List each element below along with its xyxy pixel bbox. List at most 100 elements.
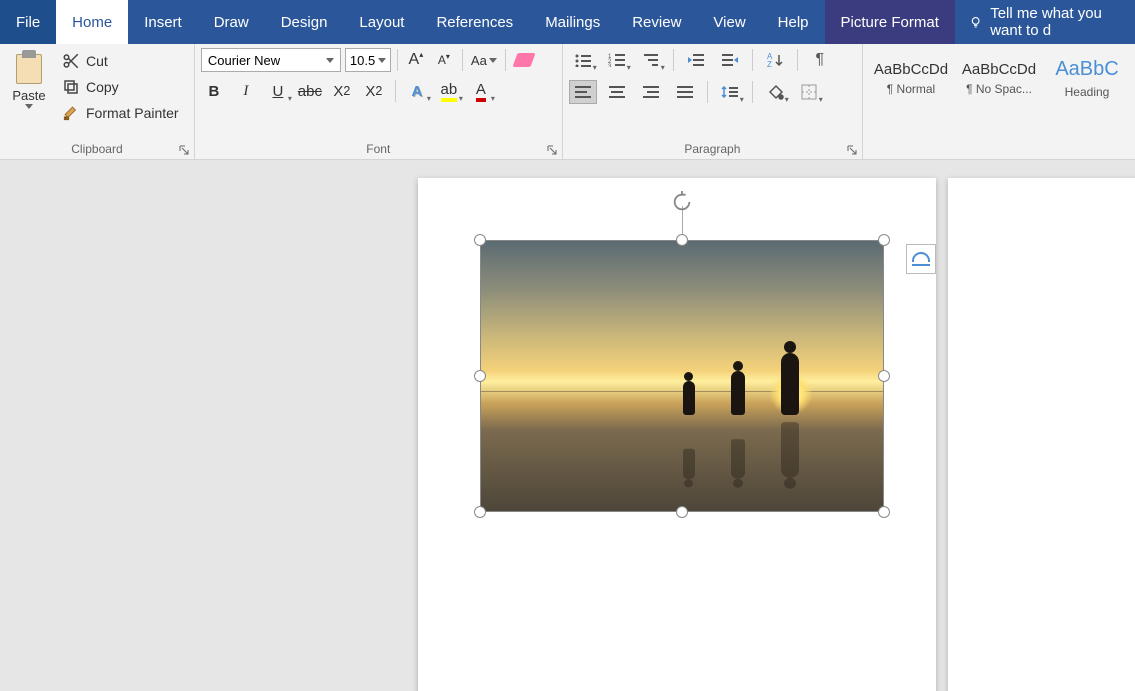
show-hide-button[interactable]: ¶ [806,48,834,72]
tab-view[interactable]: View [697,0,761,44]
rotate-icon [671,191,693,213]
strikethrough-button[interactable]: abc [297,78,323,104]
dialog-launcher-icon[interactable] [846,144,858,156]
style-sample: AaBbCcDd [962,61,1036,78]
borders-button[interactable]: ▾ [795,80,823,104]
group-font: Courier New 10.5 A▴ A▾ Aa B I U▾ ab [195,44,563,159]
multilevel-list-button[interactable]: ▾ [637,48,665,72]
tab-picture-format[interactable]: Picture Format [825,0,955,44]
resize-handle-bottom-left[interactable] [474,506,486,518]
justify-button[interactable] [671,80,699,104]
pilcrow-icon: ¶ [815,51,824,69]
separator [707,81,708,103]
font-name-value: Courier New [208,53,280,68]
dialog-launcher-icon[interactable] [546,144,558,156]
selected-picture[interactable] [480,240,884,512]
tab-insert[interactable]: Insert [128,0,198,44]
shading-button[interactable]: ▾ [761,80,789,104]
numbering-icon: 123 [608,53,626,67]
superscript-button[interactable]: X2 [361,78,387,104]
indent-icon [721,53,739,67]
ribbon: Paste Cut Copy Format Painter Clipboa [0,44,1135,160]
menu-tab-bar: File Home Insert Draw Design Layout Refe… [0,0,1135,44]
resize-handle-right[interactable] [878,370,890,382]
paste-button[interactable]: Paste [6,48,52,112]
resize-handle-top-right[interactable] [878,234,890,246]
separator [752,81,753,103]
tell-me-search[interactable]: Tell me what you want to d [955,0,1135,44]
tab-home[interactable]: Home [56,0,128,44]
tab-mailings[interactable]: Mailings [529,0,616,44]
paste-dropdown-icon[interactable] [25,101,33,112]
group-label-font: Font [195,142,562,159]
paste-icon [13,50,45,86]
tab-help[interactable]: Help [762,0,825,44]
sort-icon: AZ [766,52,784,68]
separator [673,49,674,71]
separator [397,49,398,71]
svg-text:Z: Z [767,60,772,68]
font-size-combo[interactable]: 10.5 [345,48,391,72]
group-clipboard: Paste Cut Copy Format Painter Clipboa [0,44,195,159]
clear-formatting-button[interactable] [512,48,536,72]
copy-button[interactable]: Copy [58,76,183,98]
highlight-button[interactable]: ab▾ [436,78,462,104]
tell-me-placeholder: Tell me what you want to d [990,5,1121,39]
sort-button[interactable]: AZ [761,48,789,72]
format-painter-label: Format Painter [86,105,179,121]
align-left-icon [575,86,591,98]
bold-button[interactable]: B [201,78,227,104]
align-left-button[interactable] [569,80,597,104]
style-normal[interactable]: AaBbCcDd ¶ Normal [869,50,953,106]
shrink-font-button[interactable]: A▾ [432,48,456,72]
line-spacing-icon [721,84,739,100]
document-area[interactable] [0,160,1135,691]
align-right-button[interactable] [637,80,665,104]
resize-handle-left[interactable] [474,370,486,382]
style-heading[interactable]: AaBbC Heading [1045,50,1129,106]
group-label-clipboard: Clipboard [0,142,194,159]
italic-button[interactable]: I [233,78,259,104]
tab-design[interactable]: Design [265,0,344,44]
separator [462,49,463,71]
copy-icon [62,78,80,96]
decrease-indent-button[interactable] [682,48,710,72]
change-case-button[interactable]: Aa [469,48,499,72]
style-no-spacing[interactable]: AaBbCcDd ¶ No Spac... [957,50,1041,106]
tab-layout[interactable]: Layout [343,0,420,44]
paint-bucket-icon [766,84,784,100]
text-effects-button[interactable]: A▾ [404,78,430,104]
resize-handle-bottom[interactable] [676,506,688,518]
tab-draw[interactable]: Draw [198,0,265,44]
rotation-handle[interactable] [670,190,694,214]
align-center-button[interactable] [603,80,631,104]
resize-handle-top-left[interactable] [474,234,486,246]
page-2[interactable] [948,178,1135,691]
resize-handle-top[interactable] [676,234,688,246]
font-color-button[interactable]: A▾ [468,78,494,104]
chevron-down-icon [326,58,334,63]
tab-review[interactable]: Review [616,0,697,44]
tab-references[interactable]: References [420,0,529,44]
scissors-icon [62,52,80,70]
increase-indent-button[interactable] [716,48,744,72]
separator [505,49,506,71]
grow-font-button[interactable]: A▴ [404,48,428,72]
tab-file[interactable]: File [0,0,56,44]
numbering-button[interactable]: 123▾ [603,48,631,72]
cut-button[interactable]: Cut [58,50,183,72]
dialog-launcher-icon[interactable] [178,144,190,156]
line-spacing-button[interactable]: ▾ [716,80,744,104]
subscript-button[interactable]: X2 [329,78,355,104]
underline-button[interactable]: U▾ [265,78,291,104]
align-center-icon [609,86,625,98]
resize-handle-bottom-right[interactable] [878,506,890,518]
separator [797,49,798,71]
bullets-button[interactable]: ▾ [569,48,597,72]
layout-options-button[interactable] [906,244,936,274]
format-painter-button[interactable]: Format Painter [58,102,183,124]
font-name-combo[interactable]: Courier New [201,48,341,72]
outdent-icon [687,53,705,67]
align-right-icon [643,86,659,98]
page-1[interactable] [418,178,936,691]
